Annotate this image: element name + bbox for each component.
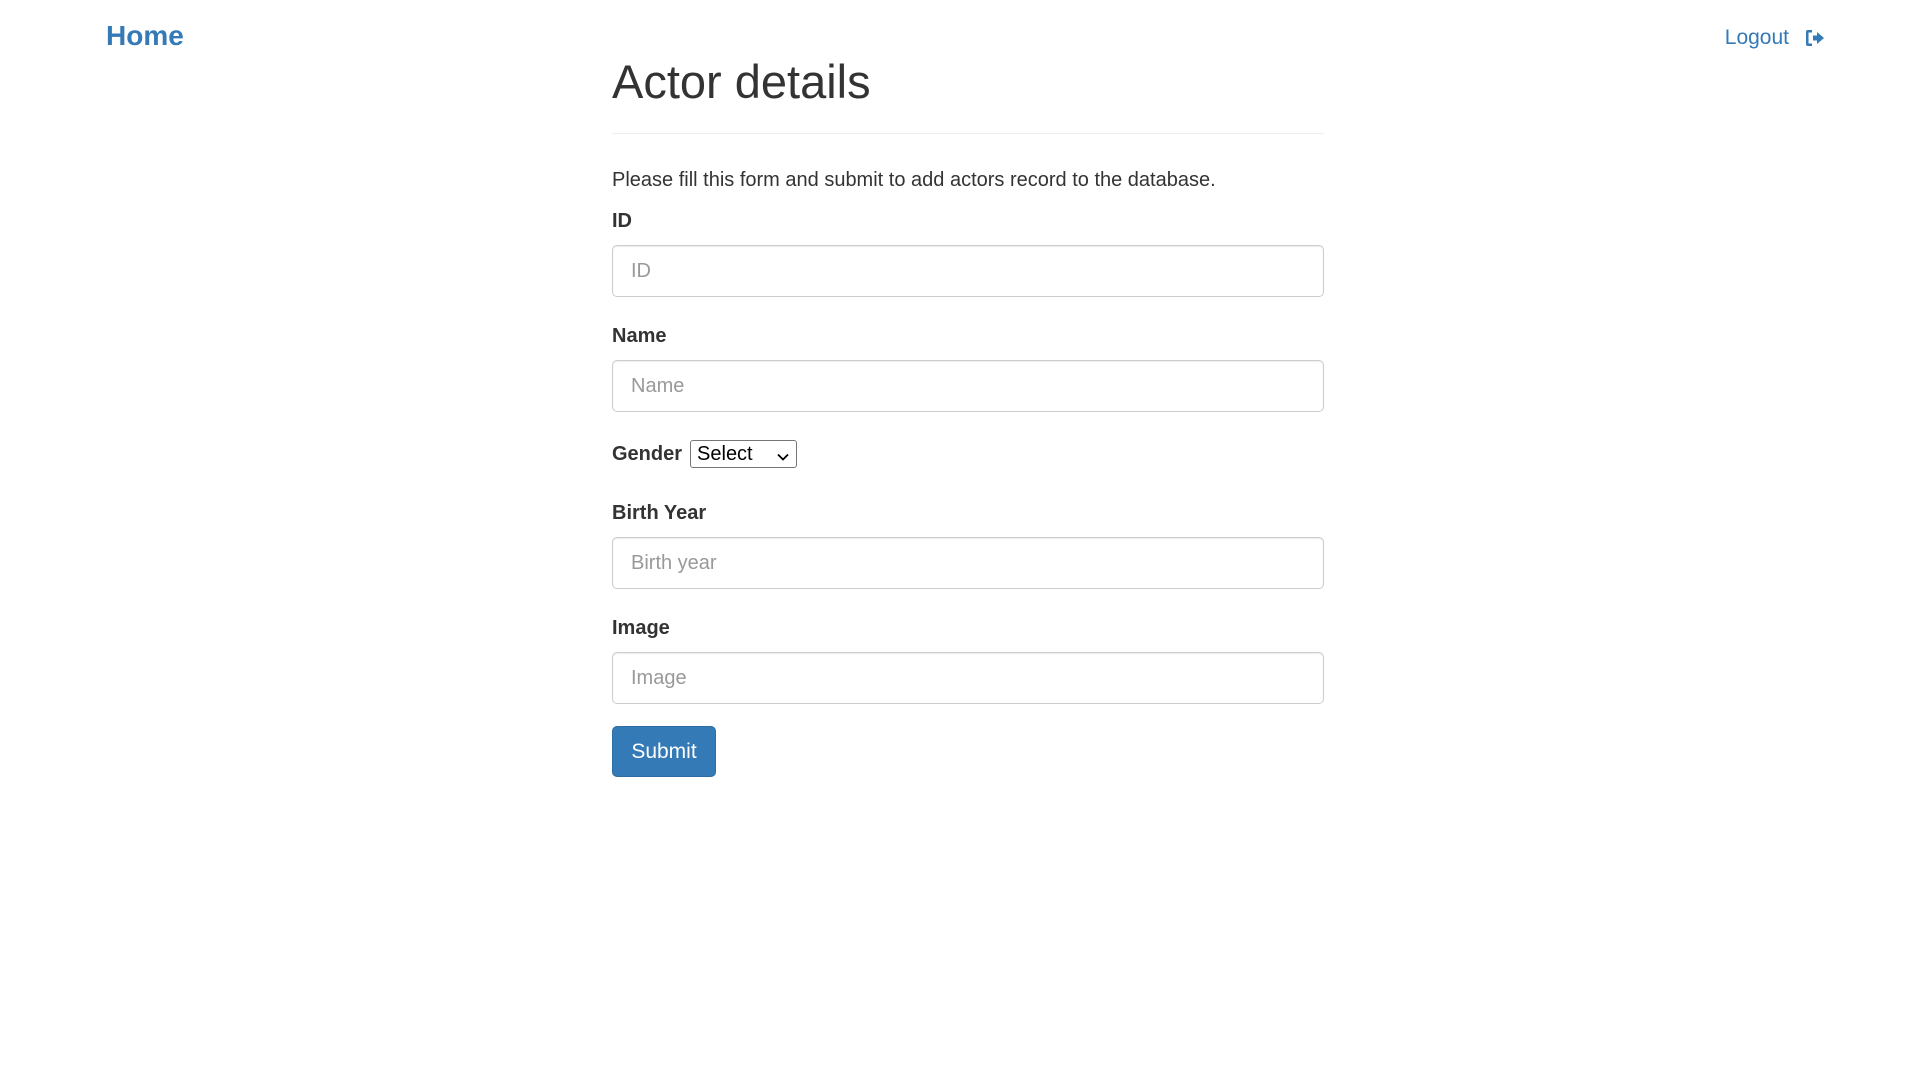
gender-select[interactable]: Select	[690, 440, 798, 469]
gender-selected-value: Select	[697, 442, 753, 465]
home-link[interactable]: Home	[106, 20, 184, 52]
gender-field-group: Gender Select	[612, 440, 1324, 469]
birth-year-field-group: Birth Year	[612, 502, 1324, 590]
name-label: Name	[612, 325, 667, 348]
page-title: Actor details	[612, 54, 1324, 135]
logout-icon	[1805, 29, 1825, 47]
id-input[interactable]	[612, 245, 1324, 298]
form-intro-text: Please fill this form and submit to add …	[612, 169, 1216, 192]
name-field-group: Name	[612, 325, 1324, 413]
image-label: Image	[612, 617, 670, 640]
logout-label: Logout	[1724, 26, 1789, 49]
image-input[interactable]	[612, 652, 1324, 705]
birth-year-input[interactable]	[612, 537, 1324, 590]
image-field-group: Image	[612, 617, 1324, 705]
birth-year-label: Birth Year	[612, 502, 707, 525]
gender-label: Gender	[612, 442, 683, 465]
name-input[interactable]	[612, 360, 1324, 413]
id-field-group: ID	[612, 210, 1324, 298]
id-label: ID	[612, 210, 632, 233]
actor-form: Actor details Please fill this form and …	[612, 54, 1324, 778]
submit-button[interactable]: Submit	[612, 726, 716, 778]
chevron-down-icon	[776, 447, 790, 462]
logout-link[interactable]: Logout	[1725, 26, 1825, 50]
